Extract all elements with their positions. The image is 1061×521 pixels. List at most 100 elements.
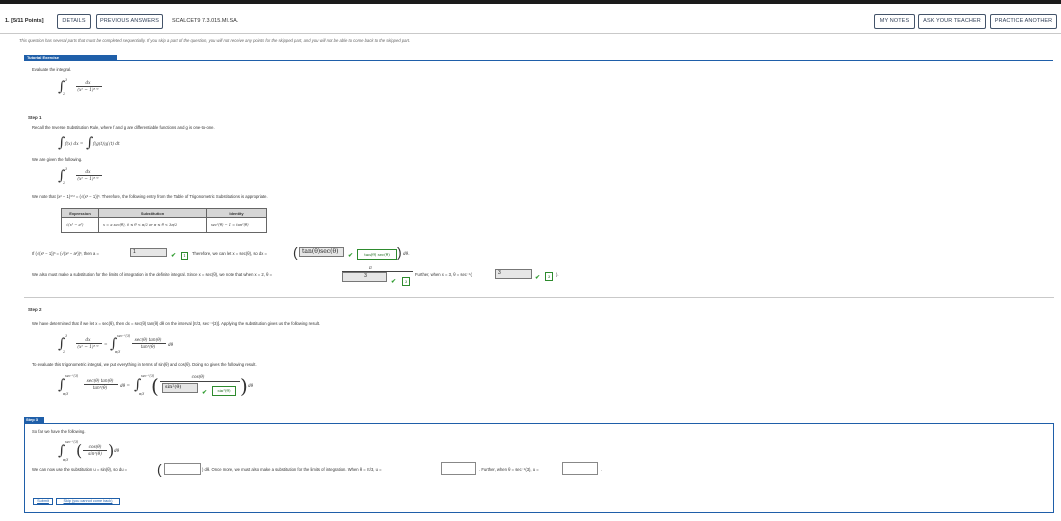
integrand-numerator: dx [85, 80, 91, 85]
sub-numerator: sec(θ) tan(θ) [86, 378, 114, 383]
step-1-label: Step 1 [28, 115, 42, 120]
tutorial-underline [117, 60, 1053, 61]
theta-lower-input[interactable]: 3 [342, 272, 387, 282]
integral-lower-limit: 2 [63, 181, 66, 185]
integral-lower-limit: π/3 [115, 350, 121, 354]
check-icon: ✔ [348, 253, 354, 259]
pi-numerator: π [369, 265, 372, 270]
further-text: . Further, when θ = sec⁻¹(3), u = [479, 467, 539, 472]
check-icon: ✔ [202, 390, 208, 396]
frac-denominator: sin²(θ) [88, 451, 102, 456]
integral-sign: ∫ [58, 377, 66, 393]
table-header: Expression [61, 208, 99, 218]
check-icon: ✔ [535, 275, 541, 281]
substituted-integral: ∫ 3 2 dx (x² − 1)³ᐟ² = ∫ sec⁻¹(3) π/3 se… [58, 334, 188, 356]
my-notes-button[interactable]: MY NOTES [874, 14, 915, 29]
sec-inverse-input[interactable]: 3 [495, 269, 532, 279]
given-integral: ∫ 3 2 dx (x² − 1)³ᐟ² [58, 167, 118, 187]
sub-denominator: tan³(θ) [92, 385, 108, 390]
open-paren: ( [157, 461, 162, 477]
integral-upper-limit: sec⁻¹(3) [65, 374, 79, 378]
close-paren: ) [240, 374, 248, 398]
a-correct-box: 1 [181, 252, 188, 260]
given-text: We are given the following. [32, 157, 83, 162]
du-input[interactable] [164, 463, 201, 475]
sub-denominator: tan³(θ) [140, 344, 156, 349]
check-icon: ✔ [391, 279, 397, 285]
limits-text: We also must make a substitution for the… [32, 272, 273, 277]
open-paren: ( [151, 374, 159, 398]
rule-rhs: f(g(t))g′(t) dt [93, 141, 120, 146]
question-number: 1. [5/11 Points] [5, 18, 44, 24]
points-label: [5/11 Points] [11, 18, 44, 24]
step-2-label: Step 2 [28, 307, 42, 312]
substitution-rule: ∫ f(x) dx = ∫ f(g(t))g′(t) dt [58, 136, 158, 152]
equals-sign: = [104, 342, 108, 347]
table-header: Identity [206, 208, 267, 218]
close-text: ). [556, 272, 559, 277]
trig-substitution-table: Expression Substitution Identity √(x² − … [61, 208, 267, 233]
practice-another-button[interactable]: PRACTICE ANOTHER [990, 14, 1057, 29]
details-button[interactable]: DETAILS [57, 14, 91, 29]
table-header: Substitution [98, 208, 207, 218]
skip-button[interactable]: Skip (you cannot come back) [56, 498, 120, 505]
question-code: SCALCET9 7.3.015.MI.SA. [172, 18, 239, 24]
step-3-sub-text: We can now use the substitution u = sin(… [32, 467, 128, 472]
a-value-input[interactable]: 1 [130, 248, 167, 257]
step-divider [24, 297, 1054, 298]
dx-correct-box: tan(θ) sec(θ) [357, 249, 397, 260]
integrand-numerator: dx [85, 169, 91, 174]
once-more-text: ) dθ. Once more, we must also make a sub… [202, 467, 382, 472]
table-cell: x = a sec(θ), 0 ≤ θ < π/2 or π ≤ θ < 3π/… [98, 217, 207, 233]
integral-sign: ∫ [110, 336, 118, 352]
question-header: 1. [5/11 Points] DETAILS PREVIOUS ANSWER… [0, 14, 1061, 31]
table-cell: √(x² − a²) [61, 217, 99, 233]
integral-sign: ∫ [58, 336, 66, 352]
integrand-denominator: (x² − 1)³ᐟ² [77, 344, 99, 349]
dtheta-text: dθ = [120, 383, 131, 388]
step-3-intro: So far we have the following. [32, 429, 86, 434]
sec-correct-box: 3 [545, 272, 553, 281]
end-text: . [601, 467, 603, 472]
table-row: √(x² − a²) x = a sec(θ), 0 ≤ θ < π/2 or … [61, 217, 267, 233]
table-cell: sec²(θ) − 1 = tan²(θ) [206, 217, 267, 233]
sin-input[interactable]: sin²(θ) [162, 383, 198, 393]
open-paren: ( [293, 244, 298, 260]
integral-upper-limit: 3 [65, 334, 68, 338]
u-upper-input[interactable] [562, 462, 598, 475]
frac-numerator: cos(θ) [88, 444, 102, 449]
integral-upper-limit: 3 [65, 167, 68, 171]
integral-sign: ∫ [58, 443, 66, 459]
dtheta-text: dθ [168, 342, 174, 347]
main-integral: ∫ 3 2 dx (x² − 1)³ᐟ² [58, 78, 118, 98]
dtheta-text: dθ. [403, 251, 410, 256]
tutorial-prompt: Evaluate the integral. [32, 67, 72, 72]
tutorial-title: Tutorial Exercise [24, 55, 117, 61]
top-band [0, 0, 1061, 4]
step-1-intro: Recall the Inverse Substitution Rule, wh… [32, 125, 215, 130]
sub-numerator: sec(θ) tan(θ) [134, 337, 162, 342]
dtheta-text: dθ [114, 448, 120, 453]
u-lower-input[interactable] [441, 462, 476, 475]
integral-upper-limit: 3 [65, 78, 68, 82]
fraction-bar [160, 381, 240, 382]
submit-button[interactable]: Submit [33, 498, 53, 505]
integral-lower-limit: 2 [63, 350, 66, 354]
further-text: Further, when x = 3, θ = sec⁻¹( [415, 272, 472, 277]
sin-correct-box: sin²(θ) [212, 386, 236, 396]
integral-upper-limit: sec⁻¹(3) [117, 334, 131, 338]
integrand-denominator: (x² − 1)³ᐟ² [77, 87, 99, 92]
integral-sign: ∫ [134, 377, 142, 393]
check-icon: ✔ [171, 253, 177, 259]
note-text: We note that (x² − 1)³ᐟ² = (√(x² − 1))³.… [32, 194, 268, 199]
step-3-integral: ∫ sec⁻¹(3) π/3 ( cos(θ) sin²(θ) ) dθ [58, 440, 138, 464]
sequential-notice: This question has several parts that mus… [19, 38, 411, 43]
dx-input[interactable]: tan(θ)sec(θ) [299, 247, 344, 257]
ask-teacher-button[interactable]: ASK YOUR TEACHER [918, 14, 986, 29]
previous-answers-button[interactable]: PREVIOUS ANSWERS [96, 14, 163, 29]
eval-text: To evaluate this trigonometric integral,… [32, 362, 257, 367]
header-divider [0, 33, 1061, 34]
integral-lower-limit: 2 [63, 92, 66, 96]
pi-correct-box: 3 [402, 277, 410, 286]
integral-lower-limit: π/3 [63, 392, 69, 396]
